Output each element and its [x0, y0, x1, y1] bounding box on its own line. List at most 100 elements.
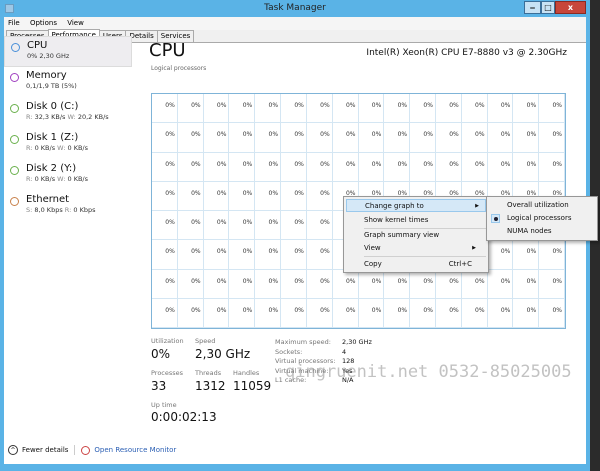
processes-label: Processes	[151, 369, 184, 377]
processor-cell: 0%	[358, 123, 385, 153]
processor-cell: 0%	[332, 94, 359, 124]
sub-value: 0 KB/s	[67, 144, 89, 152]
sidebar-item-cpu[interactable]: CPU 0% 2,30 GHz	[4, 36, 132, 67]
processor-cell: 0%	[513, 152, 540, 182]
processor-cell: 0%	[229, 94, 256, 124]
sidebar-item-ethernet[interactable]: Ethernet S: 8,0 Kbps R: 0 Kbps	[4, 191, 132, 222]
minimize-button[interactable]: ‒	[524, 1, 541, 14]
processor-cell: 0%	[281, 94, 307, 124]
sub-key: R:	[64, 206, 72, 214]
processor-cell: 0%	[229, 152, 256, 182]
cpu-name: Intel(R) Xeon(R) CPU E7-8880 v3 @ 2.30GH…	[366, 48, 567, 58]
sub-value: 0 KB/s	[34, 144, 56, 152]
processor-cell: 0%	[255, 181, 282, 211]
submenu-numa-nodes[interactable]: NUMA nodes	[507, 225, 552, 238]
sidebar-item-label: Ethernet	[26, 194, 70, 205]
menu-item-change-graph-to[interactable]: Change graph to ▶	[346, 199, 486, 212]
processor-cell: 0%	[539, 152, 565, 182]
menu-item-view[interactable]: View ▶	[364, 242, 482, 255]
menu-item-copy[interactable]: Copy Ctrl+C	[364, 258, 482, 271]
processor-cell: 0%	[203, 269, 230, 299]
processes-value: 33	[151, 379, 167, 393]
sidebar-item-disk-2[interactable]: Disk 2 (Y:) R: 0 KB/s W: 0 KB/s	[4, 160, 132, 191]
processor-cell: 0%	[487, 123, 514, 153]
menu-item-graph-summary-view[interactable]: Graph summary view	[364, 229, 482, 242]
threads-label: Threads	[195, 369, 222, 377]
sub-value: 0 KB/s	[34, 175, 56, 183]
processor-cell: 0%	[461, 298, 488, 328]
processor-cell: 0%	[332, 269, 359, 299]
processor-cell: 0%	[410, 94, 436, 124]
processor-cell: 0%	[281, 211, 307, 241]
processor-cell: 0%	[513, 298, 540, 328]
chevron-up-icon[interactable]: ^	[8, 445, 18, 455]
processor-cell: 0%	[255, 152, 282, 182]
utilization-label: Utilization	[151, 337, 184, 345]
processor-cell: 0%	[306, 123, 333, 153]
disk-1-circle-icon	[10, 135, 19, 144]
submenu-overall-utilization[interactable]: Overall utilization	[507, 199, 569, 212]
processor-cell: 0%	[203, 211, 230, 241]
sidebar-item-disk-1[interactable]: Disk 1 (Z:) R: 0 KB/s W: 0 KB/s	[4, 129, 132, 160]
processor-cell: 0%	[255, 269, 282, 299]
handles-label: Handles	[233, 369, 260, 377]
menu-item-show-kernel-times[interactable]: Show kernel times	[364, 214, 482, 227]
divider	[74, 445, 76, 455]
sub-key: W:	[57, 175, 66, 183]
processor-cell: 0%	[255, 298, 282, 328]
resource-sidebar: CPU 0% 2,30 GHz Memory 0,1/1,9 TB (5%) D…	[4, 36, 132, 222]
processor-cell: 0%	[255, 94, 282, 124]
processor-cell: 0%	[487, 240, 514, 270]
processor-cell: 0%	[513, 94, 540, 124]
processor-cell: 0%	[152, 152, 178, 182]
sidebar-item-sub: R: 0 KB/s W: 0 KB/s	[26, 175, 132, 183]
processor-cell: 0%	[384, 269, 411, 299]
utilization-value: 0%	[151, 347, 171, 361]
disk-2-circle-icon	[10, 166, 19, 175]
submenu-arrow-icon: ▶	[472, 245, 476, 251]
page-title: CPU	[149, 40, 186, 61]
close-button[interactable]: x	[555, 1, 586, 14]
processor-cell: 0%	[177, 123, 204, 153]
processor-cell: 0%	[255, 123, 282, 153]
processor-cell: 0%	[384, 298, 411, 328]
processor-cell: 0%	[152, 181, 178, 211]
detail-key: Maximum speed:	[275, 338, 331, 346]
memory-circle-icon	[10, 73, 19, 82]
processor-cell: 0%	[306, 211, 333, 241]
sidebar-item-sub: R: 32,3 KB/s W: 20,2 KB/s	[26, 113, 132, 121]
submenu-logical-processors[interactable]: Logical processors	[507, 212, 571, 225]
speed-label: Speed	[195, 337, 216, 345]
processor-cell: 0%	[461, 152, 488, 182]
sub-key: R:	[26, 175, 33, 183]
sub-key: W:	[57, 144, 66, 152]
processor-cell: 0%	[281, 123, 307, 153]
processor-cell: 0%	[152, 211, 178, 241]
processor-cell: 0%	[487, 298, 514, 328]
processor-cell: 0%	[539, 298, 565, 328]
processor-cell: 0%	[203, 123, 230, 153]
open-resource-monitor-link[interactable]: Open Resource Monitor	[94, 446, 176, 454]
processor-cell: 0%	[152, 123, 178, 153]
disk-0-circle-icon	[10, 104, 19, 113]
sub-key: R:	[26, 113, 33, 121]
sidebar-item-disk-0[interactable]: Disk 0 (C:) R: 32,3 KB/s W: 20,2 KB/s	[4, 98, 132, 129]
window-title: Task Manager	[264, 3, 326, 13]
menu-separator	[364, 256, 486, 257]
footer: ^ Fewer details Open Resource Monitor	[4, 445, 176, 455]
menu-options[interactable]: Options	[30, 19, 57, 27]
processor-cell: 0%	[152, 240, 178, 270]
sidebar-item-memory[interactable]: Memory 0,1/1,9 TB (5%)	[4, 67, 132, 98]
processor-cell: 0%	[306, 240, 333, 270]
processor-cell: 0%	[229, 211, 256, 241]
processor-cell: 0%	[306, 181, 333, 211]
menu-file[interactable]: File	[8, 19, 20, 27]
sidebar-item-sub: 0,1/1,9 TB (5%)	[26, 82, 77, 90]
fewer-details-button[interactable]: Fewer details	[22, 446, 68, 454]
processor-cell: 0%	[229, 181, 256, 211]
sub-value: 8,0 Kbps	[34, 206, 63, 214]
menu-view[interactable]: View	[67, 19, 84, 27]
processor-cell: 0%	[513, 240, 540, 270]
processor-cell: 0%	[306, 298, 333, 328]
maximize-button[interactable]: □	[541, 1, 555, 14]
